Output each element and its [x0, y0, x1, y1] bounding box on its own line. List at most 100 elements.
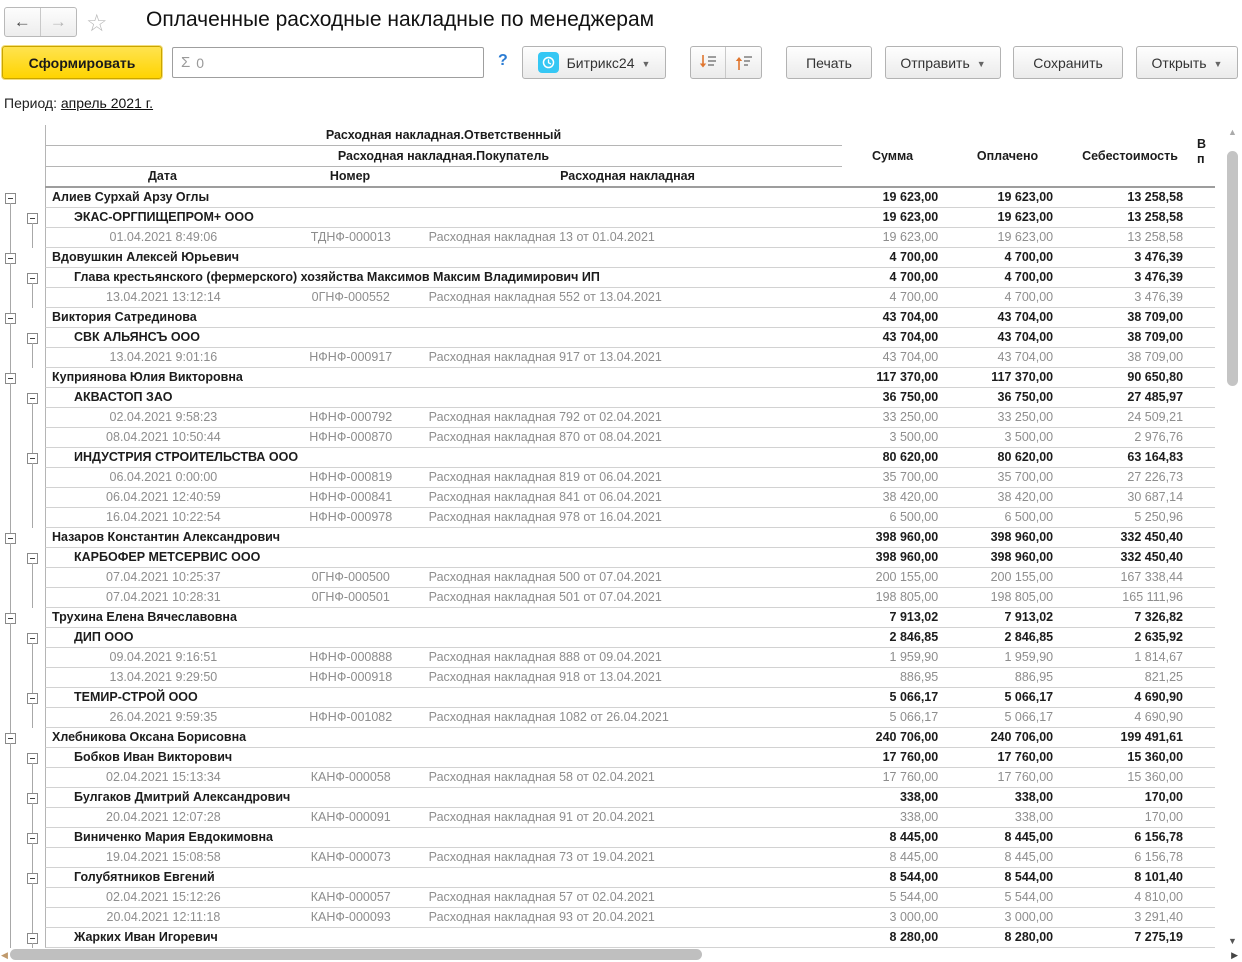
- manager-name-cell[interactable]: Назаров Константин Александрович: [46, 528, 835, 547]
- sum-cell[interactable]: 4 700,00: [835, 288, 950, 307]
- paid-cell[interactable]: 43 704,00: [950, 328, 1065, 347]
- invoice-number-cell[interactable]: КАНФ-000093: [281, 908, 421, 927]
- sum-cell[interactable]: 398 960,00: [835, 528, 950, 547]
- invoice-name-cell[interactable]: Расходная накладная 870 от 08.04.2021: [421, 428, 836, 447]
- customer-row[interactable]: Булгаков Дмитрий Александрович338,00338,…: [0, 788, 1215, 808]
- favorite-star-icon[interactable]: ☆: [86, 9, 108, 38]
- cost-cell[interactable]: 38 709,00: [1065, 328, 1195, 347]
- cost-cell[interactable]: 199 491,61: [1065, 728, 1195, 747]
- horizontal-scrollbar[interactable]: ◀ ▶: [0, 948, 1242, 962]
- sum-cell[interactable]: 198 805,00: [835, 588, 950, 607]
- paid-cell[interactable]: 4 700,00: [950, 248, 1065, 267]
- invoice-date-cell[interactable]: 19.04.2021 15:08:58: [46, 848, 281, 867]
- sum-cell[interactable]: 17 760,00: [835, 748, 950, 767]
- invoice-name-cell[interactable]: Расходная накладная 918 от 13.04.2021: [421, 668, 836, 687]
- paid-cell[interactable]: 117 370,00: [950, 368, 1065, 387]
- customer-name-cell[interactable]: ТЕМИР-СТРОЙ ООО: [46, 688, 835, 707]
- manager-name-cell[interactable]: Трухина Елена Вячеславовна: [46, 608, 835, 627]
- invoice-number-cell[interactable]: ТДНФ-000013: [281, 228, 421, 247]
- invoice-name-cell[interactable]: Расходная накладная 58 от 02.04.2021: [421, 768, 836, 787]
- paid-cell[interactable]: 5 066,17: [950, 708, 1065, 727]
- sum-cell[interactable]: 38 420,00: [835, 488, 950, 507]
- invoice-name-cell[interactable]: Расходная накладная 93 от 20.04.2021: [421, 908, 836, 927]
- invoice-date-cell[interactable]: 07.04.2021 10:25:37: [46, 568, 281, 587]
- customer-name-cell[interactable]: ДИП ООО: [46, 628, 835, 647]
- cost-cell[interactable]: 167 338,44: [1065, 568, 1195, 587]
- customer-name-cell[interactable]: Бобков Иван Викторович: [46, 748, 835, 767]
- invoice-date-cell[interactable]: 06.04.2021 0:00:00: [46, 468, 281, 487]
- sum-cell[interactable]: 240 706,00: [835, 728, 950, 747]
- autosum-field[interactable]: Σ 0: [172, 47, 484, 78]
- cost-cell[interactable]: 7 326,82: [1065, 608, 1195, 627]
- customer-name-cell[interactable]: ЭКАС-ОРГПИЩЕПРОМ+ ООО: [46, 208, 835, 227]
- sum-cell[interactable]: 8 445,00: [835, 828, 950, 847]
- paid-cell[interactable]: 8 445,00: [950, 848, 1065, 867]
- cost-cell[interactable]: 3 291,40: [1065, 908, 1195, 927]
- manager-row[interactable]: Куприянова Юлия Викторовна117 370,00117 …: [0, 368, 1215, 388]
- paid-cell[interactable]: 4 700,00: [950, 268, 1065, 287]
- cost-cell[interactable]: 38 709,00: [1065, 308, 1195, 327]
- invoice-row[interactable]: 13.04.2021 13:12:140ГНФ-000552Расходная …: [0, 288, 1215, 308]
- paid-cell[interactable]: 43 704,00: [950, 308, 1065, 327]
- cost-cell[interactable]: 332 450,40: [1065, 528, 1195, 547]
- invoice-date-cell[interactable]: 20.04.2021 12:07:28: [46, 808, 281, 827]
- paid-cell[interactable]: 198 805,00: [950, 588, 1065, 607]
- invoice-date-cell[interactable]: 01.04.2021 8:49:06: [46, 228, 281, 247]
- save-button[interactable]: Сохранить: [1013, 46, 1123, 79]
- invoice-date-cell[interactable]: 26.04.2021 9:59:35: [46, 708, 281, 727]
- nav-back-button[interactable]: ←: [5, 8, 41, 36]
- sort-descending-button[interactable]: [691, 47, 726, 78]
- cost-cell[interactable]: 13 258,58: [1065, 188, 1195, 207]
- manager-row[interactable]: Назаров Константин Александрович398 960,…: [0, 528, 1215, 548]
- paid-cell[interactable]: 240 706,00: [950, 728, 1065, 747]
- invoice-name-cell[interactable]: Расходная накладная 1082 от 26.04.2021: [421, 708, 836, 727]
- generate-button[interactable]: Сформировать: [2, 46, 162, 79]
- invoice-name-cell[interactable]: Расходная накладная 91 от 20.04.2021: [421, 808, 836, 827]
- invoice-date-cell[interactable]: 08.04.2021 10:50:44: [46, 428, 281, 447]
- customer-row[interactable]: Глава крестьянского (фермерского) хозяйс…: [0, 268, 1215, 288]
- paid-cell[interactable]: 43 704,00: [950, 348, 1065, 367]
- sum-cell[interactable]: 36 750,00: [835, 388, 950, 407]
- invoice-date-cell[interactable]: 16.04.2021 10:22:54: [46, 508, 281, 527]
- invoice-date-cell[interactable]: 02.04.2021 15:12:26: [46, 888, 281, 907]
- cost-cell[interactable]: 4 690,90: [1065, 688, 1195, 707]
- paid-cell[interactable]: 8 445,00: [950, 828, 1065, 847]
- paid-cell[interactable]: 19 623,00: [950, 228, 1065, 247]
- invoice-name-cell[interactable]: Расходная накладная 792 от 02.04.2021: [421, 408, 836, 427]
- customer-row[interactable]: Бобков Иван Викторович17 760,0017 760,00…: [0, 748, 1215, 768]
- manager-row[interactable]: Хлебникова Оксана Борисовна240 706,00240…: [0, 728, 1215, 748]
- paid-cell[interactable]: 398 960,00: [950, 528, 1065, 547]
- invoice-row[interactable]: 13.04.2021 9:29:50НФНФ-000918Расходная н…: [0, 668, 1215, 688]
- cost-cell[interactable]: 2 635,92: [1065, 628, 1195, 647]
- sum-cell[interactable]: 43 704,00: [835, 328, 950, 347]
- cost-cell[interactable]: 63 164,83: [1065, 448, 1195, 467]
- scroll-up-icon[interactable]: ▲: [1224, 127, 1241, 137]
- bitrix24-button[interactable]: Битрикс24 ▼: [522, 46, 666, 79]
- manager-row[interactable]: Вдовушкин Алексей Юрьевич4 700,004 700,0…: [0, 248, 1215, 268]
- customer-name-cell[interactable]: Глава крестьянского (фермерского) хозяйс…: [46, 268, 835, 287]
- customer-name-cell[interactable]: Булгаков Дмитрий Александрович: [46, 788, 835, 807]
- invoice-name-cell[interactable]: Расходная накладная 841 от 06.04.2021: [421, 488, 836, 507]
- paid-cell[interactable]: 1 959,90: [950, 648, 1065, 667]
- cost-cell[interactable]: 4 810,00: [1065, 888, 1195, 907]
- customer-row[interactable]: ИНДУСТРИЯ СТРОИТЕЛЬСТВА ООО80 620,0080 6…: [0, 448, 1215, 468]
- send-button[interactable]: Отправить ▼: [885, 46, 1001, 79]
- sum-cell[interactable]: 8 544,00: [835, 868, 950, 887]
- paid-cell[interactable]: 338,00: [950, 788, 1065, 807]
- cost-cell[interactable]: 13 258,58: [1065, 208, 1195, 227]
- sum-cell[interactable]: 4 700,00: [835, 248, 950, 267]
- cost-cell[interactable]: 6 156,78: [1065, 848, 1195, 867]
- invoice-row[interactable]: 02.04.2021 9:58:23НФНФ-000792Расходная н…: [0, 408, 1215, 428]
- cost-cell[interactable]: 3 476,39: [1065, 248, 1195, 267]
- invoice-row[interactable]: 13.04.2021 9:01:16НФНФ-000917Расходная н…: [0, 348, 1215, 368]
- invoice-row[interactable]: 01.04.2021 8:49:06ТДНФ-000013Расходная н…: [0, 228, 1215, 248]
- cost-cell[interactable]: 6 156,78: [1065, 828, 1195, 847]
- invoice-date-cell[interactable]: 02.04.2021 9:58:23: [46, 408, 281, 427]
- customer-row[interactable]: Жарких Иван Игоревич8 280,008 280,007 27…: [0, 928, 1215, 948]
- invoice-number-cell[interactable]: НФНФ-000841: [281, 488, 421, 507]
- invoice-date-cell[interactable]: 09.04.2021 9:16:51: [46, 648, 281, 667]
- invoice-row[interactable]: 02.04.2021 15:12:26КАНФ-000057Расходная …: [0, 888, 1215, 908]
- sum-cell[interactable]: 8 280,00: [835, 928, 950, 947]
- invoice-row[interactable]: 19.04.2021 15:08:58КАНФ-000073Расходная …: [0, 848, 1215, 868]
- paid-cell[interactable]: 35 700,00: [950, 468, 1065, 487]
